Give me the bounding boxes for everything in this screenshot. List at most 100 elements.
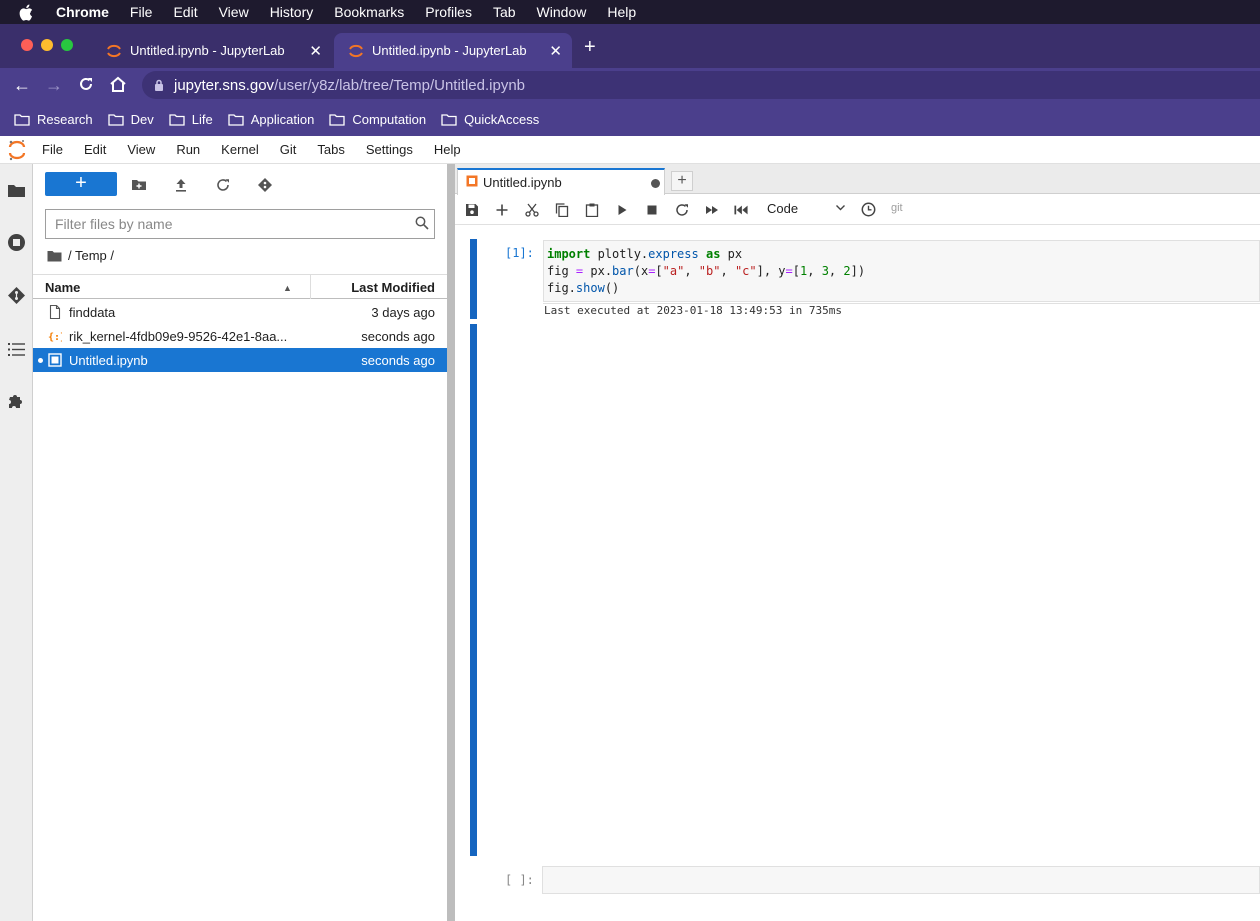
table-of-contents-icon[interactable] xyxy=(7,340,26,359)
jupyter-menu-tabs[interactable]: Tabs xyxy=(317,142,344,157)
git-clone-icon[interactable] xyxy=(257,177,273,193)
column-divider[interactable] xyxy=(310,275,311,299)
close-icon[interactable]: ✕ xyxy=(549,42,562,60)
os-menu-history[interactable]: History xyxy=(270,4,314,20)
git-label[interactable]: git xyxy=(891,202,903,214)
run-icon[interactable] xyxy=(615,203,629,217)
cell-collapser[interactable] xyxy=(470,239,477,319)
bookmark-computation[interactable]: Computation xyxy=(329,112,426,127)
save-icon[interactable] xyxy=(465,203,479,217)
panel-resize-handle[interactable] xyxy=(447,164,455,921)
bookmark-application[interactable]: Application xyxy=(228,111,315,127)
folder-icon[interactable] xyxy=(7,181,26,200)
restart-kernel-icon[interactable] xyxy=(675,203,689,217)
home-icon[interactable] xyxy=(109,76,127,93)
window-zoom-button[interactable] xyxy=(61,39,73,51)
os-menu-bar: Chrome File Edit View History Bookmarks … xyxy=(0,0,1260,24)
clock-icon[interactable] xyxy=(861,202,876,217)
os-menu-edit[interactable]: Edit xyxy=(173,4,197,20)
unsaved-changes-indicator[interactable] xyxy=(651,179,660,188)
bookmark-label: Application xyxy=(250,111,315,127)
url-host: jupyter.sns.gov xyxy=(174,76,275,94)
bookmark-life[interactable]: Life xyxy=(169,112,213,127)
forward-arrow-icon[interactable]: → xyxy=(45,75,63,95)
folder-icon[interactable] xyxy=(47,250,62,262)
sort-ascending-icon[interactable]: ▲ xyxy=(283,283,292,293)
os-menu-profiles[interactable]: Profiles xyxy=(425,4,472,20)
notebook-icon xyxy=(466,175,478,187)
os-menu-help[interactable]: Help xyxy=(607,4,636,20)
search-icon xyxy=(415,216,429,230)
stop-circle-icon[interactable] xyxy=(7,233,26,252)
back-arrow-icon[interactable]: ← xyxy=(13,75,31,95)
column-header-name[interactable]: Name xyxy=(45,280,80,295)
code-editor[interactable] xyxy=(542,866,1260,894)
left-activity-bar xyxy=(0,164,33,921)
bookmark-research[interactable]: Research xyxy=(14,112,93,127)
notebook-icon xyxy=(48,353,62,367)
file-modified: seconds ago xyxy=(361,329,435,344)
window-minimize-button[interactable] xyxy=(41,39,53,51)
insert-cell-icon[interactable] xyxy=(495,203,509,217)
new-folder-icon[interactable] xyxy=(131,177,147,193)
jupyter-menu-edit[interactable]: Edit xyxy=(84,142,106,157)
folder-icon xyxy=(228,113,244,126)
restart-run-all-icon[interactable] xyxy=(734,203,748,217)
column-header-last-modified[interactable]: Last Modified xyxy=(351,280,435,295)
filter-files-input[interactable] xyxy=(45,209,435,239)
add-tab-button[interactable]: + xyxy=(671,171,693,191)
apple-icon[interactable] xyxy=(18,4,34,21)
os-menu-app[interactable]: Chrome xyxy=(56,4,109,20)
cut-icon[interactable] xyxy=(525,203,539,217)
browser-tab-1[interactable]: Untitled.ipynb - JupyterLab ✕ xyxy=(92,33,332,68)
lock-icon[interactable] xyxy=(154,79,164,91)
tab-untitled-ipynb[interactable]: Untitled.ipynb xyxy=(457,168,665,195)
bookmark-label: QuickAccess xyxy=(464,111,540,127)
jupyter-menu-help[interactable]: Help xyxy=(434,142,461,157)
jupyter-menu-file[interactable]: File xyxy=(42,142,63,157)
reload-icon[interactable] xyxy=(78,76,94,92)
extension-icon[interactable] xyxy=(7,392,26,411)
output-collapser[interactable] xyxy=(470,324,477,856)
code-editor[interactable]: import plotly.express as px fig = px.bar… xyxy=(543,240,1260,302)
jupyter-menu-kernel[interactable]: Kernel xyxy=(221,142,259,157)
bookmark-dev[interactable]: Dev xyxy=(107,112,154,127)
bookmark-quickaccess[interactable]: QuickAccess xyxy=(441,112,539,127)
file-row-untitled-ipynb[interactable]: Untitled.ipynb seconds ago xyxy=(33,348,447,372)
file-row-finddata[interactable]: finddata 3 days ago xyxy=(33,300,447,324)
copy-icon[interactable] xyxy=(555,203,569,217)
new-tab-button[interactable]: + xyxy=(584,37,596,57)
paste-icon[interactable] xyxy=(585,203,599,217)
jupyter-menu-git[interactable]: Git xyxy=(280,142,297,157)
document-tab-bar: Untitled.ipynb + xyxy=(455,164,1260,195)
jupyter-menu-view[interactable]: View xyxy=(127,142,155,157)
jupyter-favicon-icon xyxy=(107,44,121,57)
file-row-rik-kernel[interactable]: {:} rik_kernel-4fdb09e9-9526-42e1-8aa...… xyxy=(33,324,447,348)
stop-icon[interactable] xyxy=(645,203,659,217)
cell-type-select[interactable]: Code xyxy=(767,201,845,216)
new-launcher-button[interactable]: + xyxy=(45,172,117,196)
os-menu-tab[interactable]: Tab xyxy=(493,4,516,20)
breadcrumb-path[interactable]: / Temp / xyxy=(68,248,114,263)
notebook-toolbar: Code git xyxy=(455,195,1260,225)
url-bar[interactable]: jupyter.sns.gov/user/y8z/lab/tree/Temp/U… xyxy=(142,71,1260,99)
upload-icon[interactable] xyxy=(173,177,189,193)
close-icon[interactable]: ✕ xyxy=(309,42,322,60)
cell-execution-info: Last executed at 2023-01-18 13:49:53 in … xyxy=(543,303,1260,319)
url-path: /user/y8z/lab/tree/Temp/Untitled.ipynb xyxy=(274,76,526,94)
jupyter-menu-settings[interactable]: Settings xyxy=(366,142,413,157)
chevron-down-icon xyxy=(836,205,845,211)
git-icon[interactable] xyxy=(7,286,26,305)
browser-tab-title: Untitled.ipynb - JupyterLab xyxy=(372,43,527,58)
fast-forward-icon[interactable] xyxy=(705,203,719,217)
os-menu-bookmarks[interactable]: Bookmarks xyxy=(334,4,404,20)
file-modified: 3 days ago xyxy=(371,305,435,320)
refresh-icon[interactable] xyxy=(215,177,231,193)
os-menu-window[interactable]: Window xyxy=(537,4,587,20)
jupyter-menu-run[interactable]: Run xyxy=(176,142,200,157)
window-close-button[interactable] xyxy=(21,39,33,51)
file-modified: seconds ago xyxy=(361,353,435,368)
os-menu-view[interactable]: View xyxy=(219,4,249,20)
os-menu-file[interactable]: File xyxy=(130,4,153,20)
browser-tab-2[interactable]: Untitled.ipynb - JupyterLab ✕ xyxy=(334,33,572,68)
